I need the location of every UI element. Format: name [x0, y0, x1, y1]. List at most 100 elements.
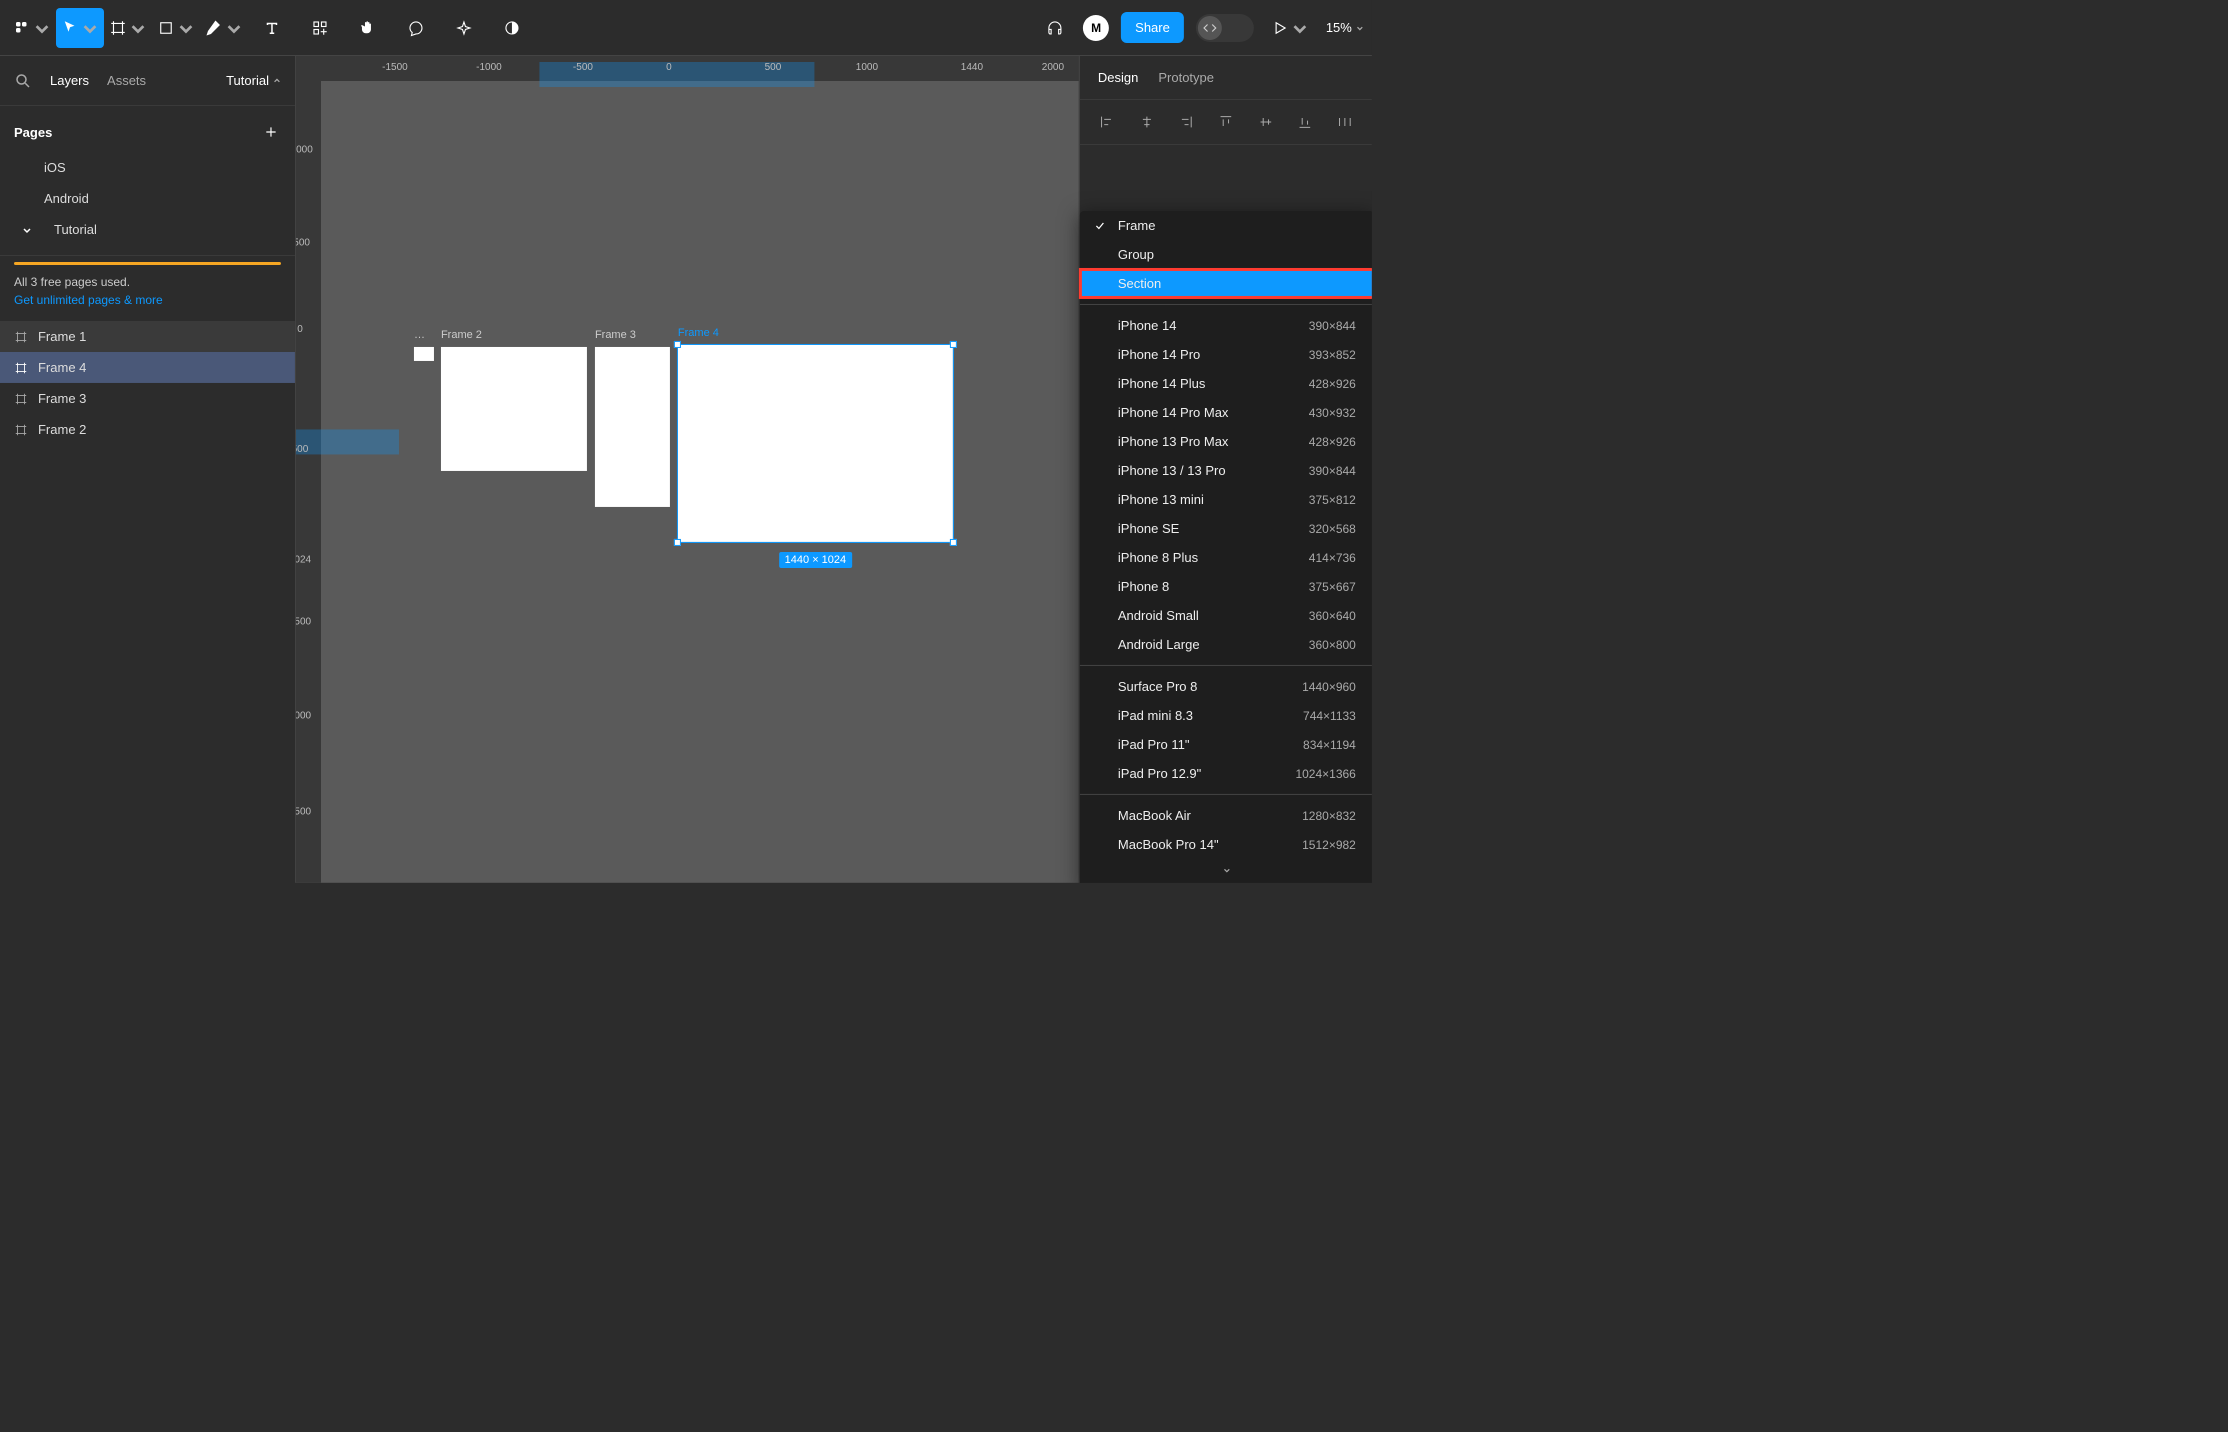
tab-layers[interactable]: Layers: [50, 73, 89, 88]
dd-preset-item[interactable]: iPhone 13 mini375×812: [1080, 485, 1372, 514]
preset-name: iPad Pro 12.9": [1118, 766, 1201, 781]
preset-dim: 1280×832: [1302, 808, 1356, 822]
dd-preset-item[interactable]: MacBook Pro 14"1512×982: [1080, 830, 1372, 859]
layer-label: Frame 1: [38, 329, 86, 344]
page-item-ios[interactable]: iOS: [14, 152, 281, 183]
canvas[interactable]: -1500 -1000 -500 0 500 1000 1440 2000 -1…: [296, 56, 1079, 883]
ruler-vertical: -1000 -500 0 500 1024 1500 2000 2500: [296, 81, 321, 883]
search-icon[interactable]: [14, 71, 32, 89]
dd-preset-item[interactable]: iPhone 8 Plus414×736: [1080, 543, 1372, 572]
dd-item-frame[interactable]: Frame: [1080, 211, 1372, 240]
dd-item-group[interactable]: Group: [1080, 240, 1372, 269]
add-page-button[interactable]: [261, 122, 281, 142]
preset-dim: 390×844: [1309, 318, 1356, 332]
resize-handle-nw[interactable]: [674, 341, 681, 348]
resize-handle-sw[interactable]: [674, 539, 681, 546]
dd-separator: [1080, 665, 1372, 666]
dd-preset-item[interactable]: Android Large360×800: [1080, 630, 1372, 659]
frame-4[interactable]: Frame 4 1440 × 1024: [678, 345, 953, 542]
file-dropdown[interactable]: Tutorial: [226, 73, 281, 88]
dd-preset-item[interactable]: Surface Pro 81440×960: [1080, 672, 1372, 701]
dd-preset-item[interactable]: iPad Pro 11"834×1194: [1080, 730, 1372, 759]
preset-dim: 834×1194: [1303, 737, 1356, 751]
align-center-v[interactable]: [1250, 110, 1280, 134]
align-left[interactable]: [1092, 110, 1122, 134]
preset-dim: 375×667: [1309, 579, 1356, 593]
notice-link[interactable]: Get unlimited pages & more: [14, 293, 163, 307]
frame-label: Frame 3: [595, 329, 636, 341]
file-name: Tutorial: [226, 73, 269, 88]
share-button[interactable]: Share: [1121, 12, 1184, 43]
preset-name: iPhone 14: [1118, 318, 1177, 333]
layer-frame-1[interactable]: Frame 1: [0, 321, 295, 352]
theme-toggle[interactable]: [496, 7, 528, 47]
dd-preset-item[interactable]: iPad Pro 12.9"1024×1366: [1080, 759, 1372, 788]
dd-label: Group: [1118, 247, 1154, 262]
tab-prototype[interactable]: Prototype: [1158, 70, 1214, 85]
resize-handle-se[interactable]: [950, 539, 957, 546]
preset-dim: 375×812: [1309, 492, 1356, 506]
ruler-corner: [296, 56, 321, 81]
frame-1[interactable]: …: [414, 347, 434, 361]
preset-dim: 360×640: [1309, 608, 1356, 622]
align-bottom[interactable]: [1290, 110, 1320, 134]
left-panel: Layers Assets Tutorial Pages iOS Android…: [0, 56, 296, 883]
ai-tool[interactable]: [448, 7, 480, 47]
align-top[interactable]: [1211, 110, 1241, 134]
dd-preset-item[interactable]: MacBook Air 1280×832: [1080, 801, 1372, 830]
dev-mode-toggle[interactable]: [1196, 13, 1254, 41]
page-item-android[interactable]: Android: [14, 183, 281, 214]
frame-type-dropdown: Frame Group Section iPhone 14390×844iPho…: [1080, 211, 1372, 883]
layer-label: Frame 4: [38, 360, 86, 375]
resources-tool[interactable]: [296, 7, 344, 47]
tidy-up[interactable]: [1330, 110, 1360, 134]
preset-name: iPhone 8 Plus: [1118, 550, 1198, 565]
dd-preset-item[interactable]: iPhone 14 Pro Max430×932: [1080, 398, 1372, 427]
shape-tool[interactable]: [152, 7, 200, 47]
dd-preset-item[interactable]: iPhone 14 Plus428×926: [1080, 369, 1372, 398]
present-button[interactable]: [1266, 7, 1314, 47]
align-center-h[interactable]: [1132, 110, 1162, 134]
frame-tool[interactable]: [104, 7, 152, 47]
dd-label: Section: [1118, 276, 1161, 291]
dd-preset-item[interactable]: iPhone 14 390×844: [1080, 311, 1372, 340]
dd-preset-item[interactable]: iPhone 13 / 13 Pro390×844: [1080, 456, 1372, 485]
zoom-level[interactable]: 15%: [1326, 20, 1364, 35]
preset-name: Android Large: [1118, 637, 1200, 652]
preset-dim: 428×926: [1309, 376, 1356, 390]
hand-tool[interactable]: [344, 7, 392, 47]
tab-design[interactable]: Design: [1098, 70, 1138, 85]
preset-dim: 430×932: [1309, 405, 1356, 419]
layer-frame-3[interactable]: Frame 3: [0, 383, 295, 414]
layer-frame-2[interactable]: Frame 2: [0, 414, 295, 445]
dd-preset-item[interactable]: iPhone 13 Pro Max428×926: [1080, 427, 1372, 456]
dd-preset-item[interactable]: iPad mini 8.3744×1133: [1080, 701, 1372, 730]
dd-preset-item[interactable]: iPhone 8375×667: [1080, 572, 1372, 601]
layer-frame-4[interactable]: Frame 4: [0, 352, 295, 383]
dd-separator: [1080, 794, 1372, 795]
voice-button[interactable]: [1039, 7, 1071, 47]
figma-menu[interactable]: [8, 7, 56, 47]
zoom-value: 15%: [1326, 20, 1352, 35]
text-tool[interactable]: [248, 7, 296, 47]
dd-preset-item[interactable]: iPhone 14 Pro393×852: [1080, 340, 1372, 369]
page-item-tutorial[interactable]: Tutorial: [14, 214, 281, 245]
half-moon-icon: [503, 18, 521, 36]
move-tool[interactable]: [56, 7, 104, 47]
resize-handle-ne[interactable]: [950, 341, 957, 348]
align-right[interactable]: [1171, 110, 1201, 134]
dd-item-section[interactable]: Section: [1080, 269, 1372, 298]
dd-more[interactable]: [1080, 859, 1372, 882]
tab-assets[interactable]: Assets: [107, 73, 146, 88]
hand-icon: [359, 18, 377, 36]
comment-tool[interactable]: [392, 7, 440, 47]
pen-tool[interactable]: [200, 7, 248, 47]
right-panel: Design Prototype Frame Group Section iPh…: [1079, 56, 1372, 883]
frame-3[interactable]: Frame 3: [595, 347, 670, 507]
avatar[interactable]: M: [1083, 14, 1109, 40]
dd-preset-item[interactable]: iPhone SE320×568: [1080, 514, 1372, 543]
dd-preset-item[interactable]: Android Small360×640: [1080, 601, 1372, 630]
preset-name: MacBook Air: [1118, 808, 1191, 823]
frame-2[interactable]: Frame 2: [441, 347, 587, 471]
preset-name: Surface Pro 8: [1118, 679, 1197, 694]
